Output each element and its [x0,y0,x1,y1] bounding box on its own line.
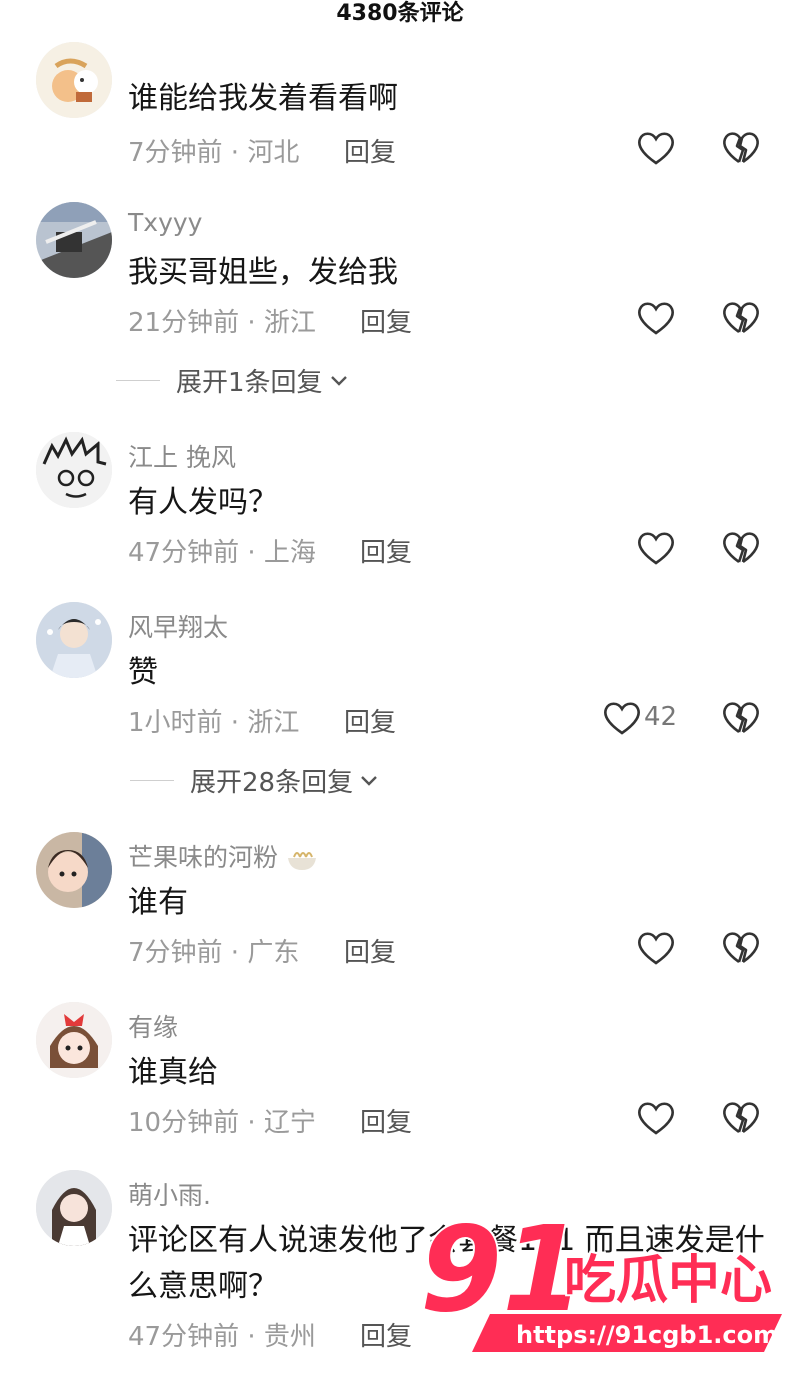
comment-location: 辽宁 [263,1108,316,1138]
reply-button[interactable]: 回复 [344,932,396,969]
comment-username[interactable]: 萌小雨. [128,1176,211,1212]
chevron-down-icon [330,375,347,386]
comment-meta: 7分钟前 · 广东 [128,938,300,968]
watermark-url: https://91cgb1.com [516,1321,778,1349]
expand-replies-label: 展开28条回复 [190,768,354,798]
comment-time: 10分钟前 [128,1108,240,1138]
heart-icon[interactable] [602,700,642,736]
avatar[interactable] [36,602,112,678]
comment-time: 7分钟前 [128,938,223,968]
avatar[interactable] [36,1002,112,1078]
comment-time: 7分钟前 [128,138,223,168]
avatar[interactable] [36,432,112,508]
comment-username[interactable]: 芒果味的河粉 [128,838,318,874]
expand-replies-button[interactable]: 展开28条回复 [130,762,381,799]
avatar[interactable] [36,42,112,118]
comment-time: 47分钟前 [128,1322,240,1352]
like-count: 42 [644,702,678,732]
comments-header: 4380条评论 [336,1,464,26]
divider [116,380,160,381]
avatar[interactable] [36,832,112,908]
comment-location: 广东 [247,938,300,968]
expand-replies-label: 展开1条回复 [176,368,323,398]
watermark-brand: 吃瓜中心 [564,1251,772,1311]
comment-meta: 21分钟前 · 浙江 [128,308,316,338]
expand-replies-button[interactable]: 展开1条回复 [116,362,351,399]
comment-meta: 7分钟前 · 河北 [128,138,300,168]
comment-text: 谁能给我发着看看啊 [128,81,398,116]
comment-text: 谁有 [128,885,188,920]
broken-heart-icon[interactable] [721,130,761,166]
heart-icon[interactable] [636,930,676,966]
comment-time: 47分钟前 [128,538,240,568]
comment-meta: 47分钟前 · 上海 [128,538,316,568]
chevron-down-icon [361,775,377,786]
noodle-bowl-icon [287,852,316,870]
avatar[interactable] [36,202,112,278]
divider [130,780,174,781]
reply-button[interactable]: 回复 [360,302,412,339]
watermark-logo: 91 吃瓜中心 https://91cgb1.com [418,1198,790,1360]
comment-meta: 47分钟前 · 贵州 [128,1322,316,1352]
heart-icon[interactable] [636,530,676,566]
comment-text: 有人发吗？ [128,485,278,520]
avatar[interactable] [36,1170,112,1246]
comment-text: 谁真给 [128,1055,218,1090]
comment-location: 上海 [263,538,316,568]
comment-meta: 1小时前 · 浙江 [128,708,300,738]
comment-username[interactable]: Txyyy [128,208,202,237]
reply-button[interactable]: 回复 [344,702,396,739]
comment-location: 浙江 [263,308,316,338]
comment-username[interactable]: 有缘 [128,1008,178,1044]
broken-heart-icon[interactable] [721,1100,761,1136]
comment-location: 贵州 [263,1322,316,1352]
reply-button[interactable]: 回复 [344,132,396,169]
broken-heart-icon[interactable] [721,530,761,566]
comment-text: 赞 [128,655,158,690]
reply-button[interactable]: 回复 [360,532,412,569]
comment-time: 21分钟前 [128,308,240,338]
broken-heart-icon[interactable] [721,700,761,736]
comment-username-text: 芒果味的河粉 [128,843,279,872]
broken-heart-icon[interactable] [721,300,761,336]
heart-icon[interactable] [636,300,676,336]
reply-button[interactable]: 回复 [360,1316,412,1353]
comment-time: 1小时前 [128,708,223,738]
comment-text: 我买哥姐些，发给我 [128,255,398,290]
comment-location: 浙江 [247,708,300,738]
broken-heart-icon[interactable] [721,930,761,966]
reply-button[interactable]: 回复 [360,1102,412,1139]
heart-icon[interactable] [636,130,676,166]
heart-icon[interactable] [636,1100,676,1136]
comment-location: 河北 [247,138,300,168]
comment-username[interactable]: 风早翔太 [128,608,228,644]
comment-username[interactable]: 江上 挽风 [128,438,236,474]
comment-meta: 10分钟前 · 辽宁 [128,1108,316,1138]
watermark-graphic: 91 吃瓜中心 https://91cgb1.com [418,1198,782,1352]
